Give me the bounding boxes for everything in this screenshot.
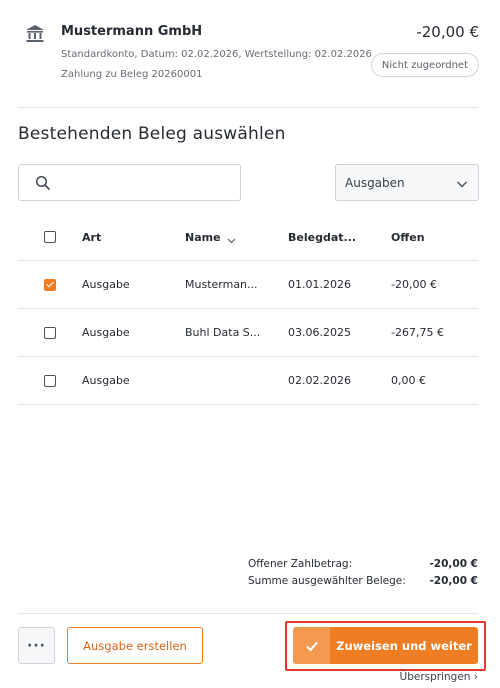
- transaction-name: Mustermann GmbH: [61, 24, 203, 39]
- table-row[interactable]: Ausgabe Buhl Data S... 03.06.2025 -267,7…: [18, 309, 478, 357]
- select-all-checkbox[interactable]: [44, 231, 56, 243]
- row-art: Ausgabe: [82, 326, 130, 339]
- table-header: Art Name Belegdat... Offen: [18, 214, 478, 261]
- select-all-cell: [44, 214, 58, 260]
- status-badge: Nicht zugeordnet: [370, 53, 479, 77]
- column-header-name-label: Name: [185, 230, 221, 244]
- row-checkbox-cell: [44, 309, 58, 356]
- row-open: 0,00 €: [391, 374, 426, 387]
- documents-table: Art Name Belegdat... Offen Ausgabe Muste…: [18, 214, 478, 405]
- row-open: -20,00 €: [391, 278, 437, 291]
- row-checkbox-checked[interactable]: [44, 278, 56, 291]
- row-open: -267,75 €: [391, 326, 444, 339]
- section-title: Bestehenden Beleg auswählen: [18, 124, 286, 144]
- row-date: 03.06.2025: [288, 326, 351, 339]
- row-checkbox-cell: [44, 357, 58, 404]
- totals-summary: Offener Zahlbetrag: -20,00 € Summe ausge…: [248, 555, 478, 589]
- divider: [18, 107, 478, 108]
- column-header-art[interactable]: Art: [82, 214, 172, 260]
- search-box[interactable]: [18, 164, 241, 201]
- table-row[interactable]: Ausgabe Musterman... 01.01.2026 -20,00 €: [18, 261, 478, 309]
- transaction-meta: Standardkonto, Datum: 02.02.2026, Wertst…: [61, 49, 372, 60]
- assign-and-continue-label: Zuweisen und weiter: [336, 638, 472, 653]
- sort-chevron-icon: [227, 234, 236, 243]
- create-expense-button[interactable]: Ausgabe erstellen: [67, 627, 203, 664]
- selected-sum-value: -20,00 €: [429, 574, 478, 587]
- bank-icon: [24, 23, 46, 45]
- column-header-date[interactable]: Belegdat...: [288, 214, 368, 260]
- open-amount-row: Offener Zahlbetrag: -20,00 €: [248, 555, 478, 572]
- selected-sum-row: Summe ausgewählter Belege: -20,00 €: [248, 572, 478, 589]
- transaction-amount: -20,00 €: [416, 23, 479, 41]
- table-row[interactable]: Ausgabe 02.02.2026 0,00 €: [18, 357, 478, 405]
- row-name: Musterman...: [185, 278, 258, 291]
- column-header-open[interactable]: Offen: [391, 214, 471, 260]
- open-amount-value: -20,00 €: [429, 557, 478, 570]
- filter-selected-value: Ausgaben: [345, 175, 405, 190]
- selected-sum-label: Summe ausgewählter Belege:: [248, 574, 406, 587]
- checkmark-icon: [293, 627, 330, 664]
- divider: [18, 613, 478, 614]
- row-checkbox[interactable]: [44, 374, 56, 387]
- transaction-card: Mustermann GmbH -20,00 € Standardkonto, …: [18, 18, 482, 98]
- row-date: 01.01.2026: [288, 278, 351, 291]
- assign-and-continue-button[interactable]: Zuweisen und weiter: [293, 627, 478, 664]
- chevron-down-icon: [456, 178, 468, 188]
- column-header-name[interactable]: Name: [185, 214, 275, 260]
- row-name: [185, 357, 275, 404]
- row-checkbox-cell: [44, 261, 58, 308]
- skip-link[interactable]: Überspringen ›: [400, 671, 478, 683]
- row-checkbox[interactable]: [44, 326, 56, 339]
- category-filter-select[interactable]: Ausgaben: [335, 164, 479, 201]
- search-icon: [35, 175, 51, 191]
- row-art: Ausgabe: [82, 374, 130, 387]
- search-input[interactable]: [61, 171, 231, 195]
- transaction-reference: Zahlung zu Beleg 20260001: [61, 69, 203, 80]
- more-options-button[interactable]: ···: [18, 627, 55, 664]
- row-art: Ausgabe: [82, 278, 130, 291]
- row-name: Buhl Data S...: [185, 326, 261, 339]
- open-amount-label: Offener Zahlbetrag:: [248, 557, 353, 570]
- row-date: 02.02.2026: [288, 374, 351, 387]
